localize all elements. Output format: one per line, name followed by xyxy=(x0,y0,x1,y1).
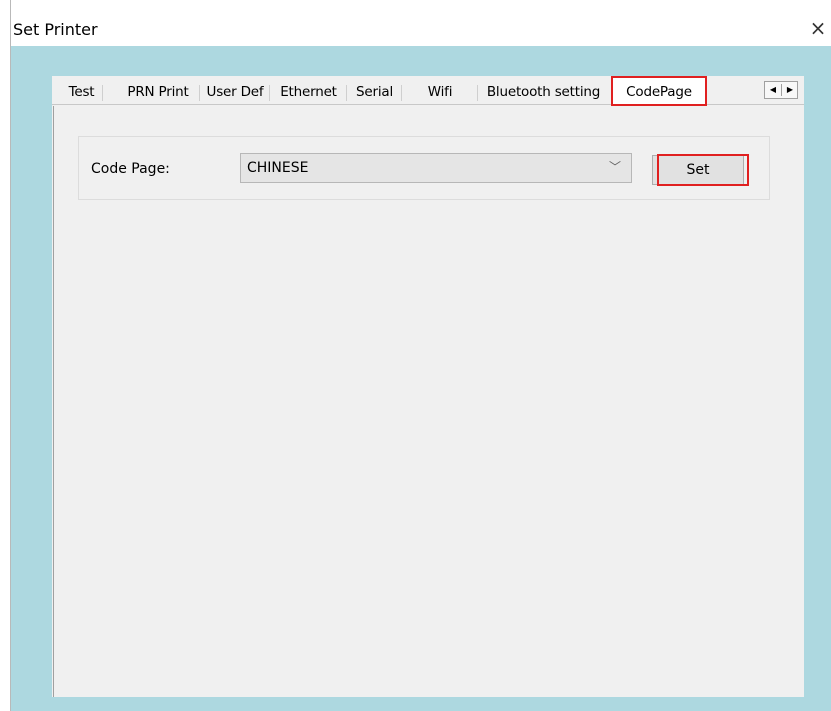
tab-user-def[interactable]: User Def xyxy=(200,80,270,105)
codepage-panel: Code Page: CHINESE ﹀ Set xyxy=(53,106,803,697)
arrow-left-icon[interactable]: ◀ xyxy=(765,82,781,98)
tab-codepage[interactable]: CodePage xyxy=(611,76,707,106)
tab-label: Ethernet xyxy=(280,84,337,100)
set-button[interactable]: Set xyxy=(652,154,749,186)
chevron-down-icon: ﹀ xyxy=(608,160,621,174)
arrow-right-icon[interactable]: ▶ xyxy=(782,82,798,98)
set-button-label: Set xyxy=(686,162,710,178)
tab-bluetooth-setting[interactable]: Bluetooth setting xyxy=(478,80,609,105)
code-page-label: Code Page: xyxy=(91,161,170,177)
window-client-area: Test PRN Print User Def Ethernet Serial … xyxy=(11,46,831,711)
tab-label: Test xyxy=(68,84,95,100)
title-bar: Set Printer × xyxy=(11,0,831,46)
tab-test[interactable]: Test xyxy=(60,80,103,105)
tab-prn-print[interactable]: PRN Print xyxy=(116,80,200,105)
settings-dialog: Test PRN Print User Def Ethernet Serial … xyxy=(52,76,804,697)
close-icon[interactable]: × xyxy=(806,16,830,40)
tab-strip: Test PRN Print User Def Ethernet Serial … xyxy=(52,76,804,106)
tab-separator xyxy=(102,85,103,101)
tab-label: PRN Print xyxy=(127,84,189,100)
codepage-group: Code Page: CHINESE ﹀ Set xyxy=(78,136,770,200)
code-page-select[interactable]: CHINESE ﹀ xyxy=(240,153,632,183)
tab-scroll-buttons: ◀ ▶ xyxy=(764,81,798,99)
tab-serial[interactable]: Serial xyxy=(347,80,402,105)
code-page-value: CHINESE xyxy=(247,160,309,176)
tab-label: Wifi xyxy=(427,84,453,100)
tab-label: Bluetooth setting xyxy=(486,84,601,100)
tab-label: CodePage xyxy=(626,84,692,100)
tab-wifi[interactable]: Wifi xyxy=(402,80,478,105)
tab-ethernet[interactable]: Ethernet xyxy=(270,80,347,105)
set-printer-window: Set Printer × Test PRN Print User Def Et… xyxy=(10,0,831,711)
tab-label: Serial xyxy=(356,84,393,100)
window-title: Set Printer xyxy=(13,20,98,39)
tab-label: User Def xyxy=(206,84,264,100)
